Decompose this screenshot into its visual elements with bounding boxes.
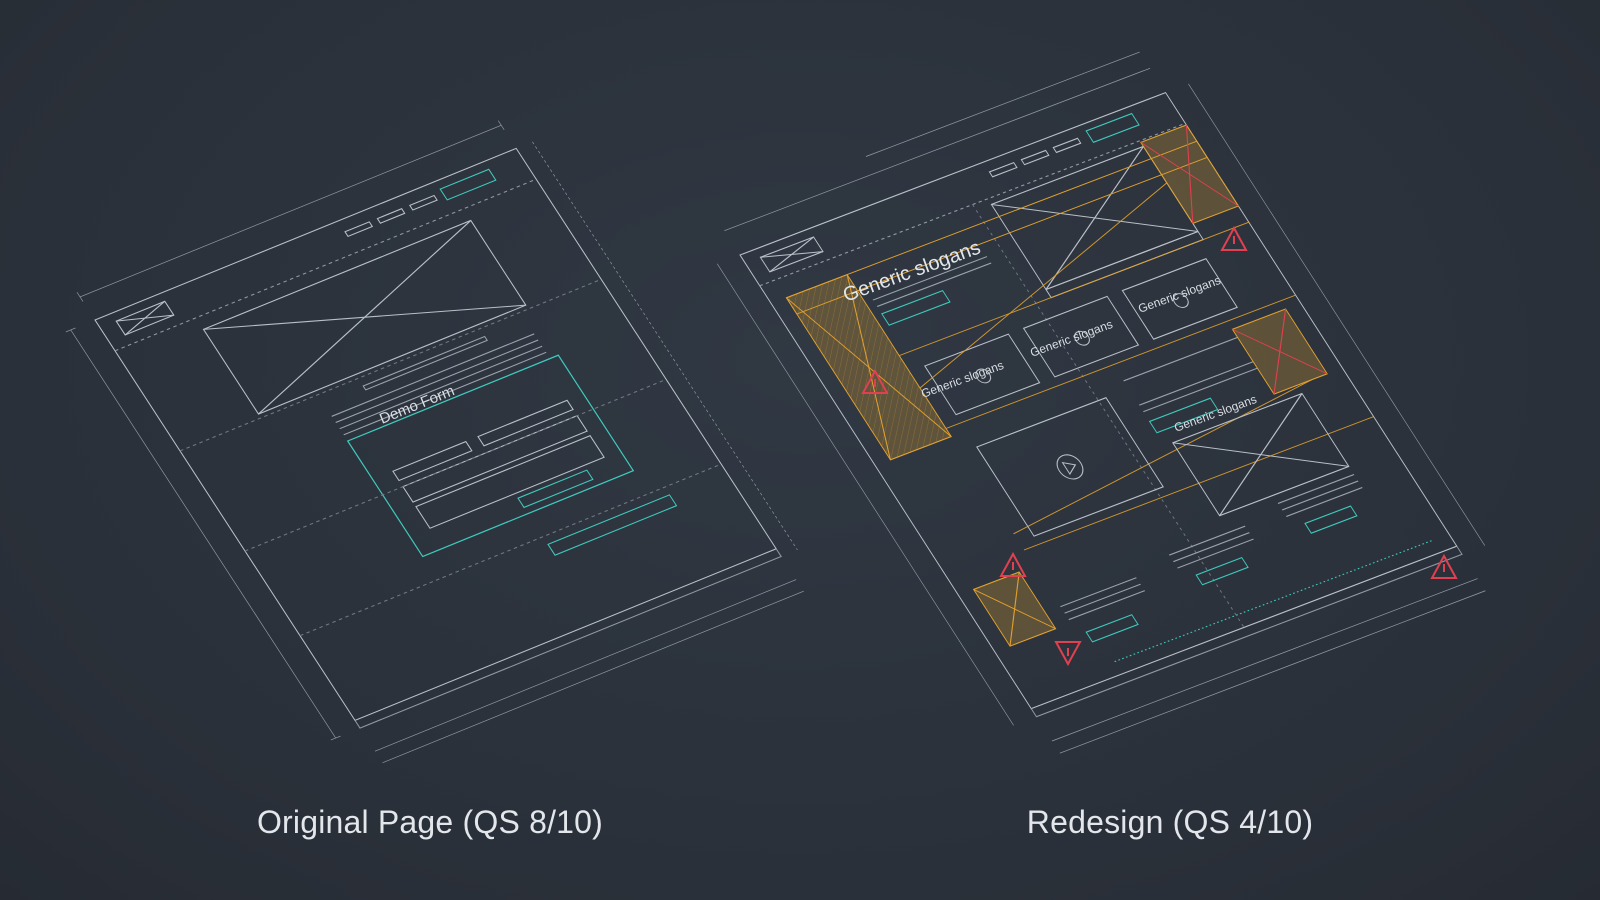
original-dimension-lines — [65, 120, 804, 764]
redesign-hero-cta — [881, 289, 951, 326]
section-divider-3 — [299, 463, 722, 637]
redesign-header-divider — [759, 122, 1186, 287]
original-page-wireframe — [65, 120, 804, 764]
warning-triangle-icon — [1054, 641, 1082, 667]
nav-items — [344, 194, 438, 238]
redesign-card-slogan-2: Generic slogans — [1028, 317, 1114, 360]
redesign-bottom-columns — [1060, 474, 1363, 621]
nav-cta-button — [439, 168, 497, 201]
original-page-caption: Original Page (QS 8/10) — [256, 804, 604, 840]
header-divider — [114, 178, 537, 352]
redesign-mid-video — [976, 397, 1164, 537]
section-divider-2 — [244, 378, 667, 552]
original-page-surface — [94, 147, 777, 722]
redesign-dimension-lines — [716, 51, 1486, 754]
bottom-cta-button — [547, 494, 678, 556]
section-divider-1 — [179, 278, 602, 452]
redesign-page-wireframe — [716, 51, 1486, 754]
demo-form — [346, 354, 635, 558]
redesign-bottom-ctas — [1085, 505, 1358, 643]
hero-text-lines — [331, 333, 547, 436]
redesign-page-edge — [1030, 546, 1463, 718]
redesign-card-slogan-1: Generic slogans — [919, 358, 1005, 401]
wireframe-comparison: Demo Form Generic slogans Generic slogan… — [65, 51, 1486, 764]
redesign-hero-slogan: Generic slogans — [840, 237, 983, 307]
redesign-caption: Redesign (QS 4/10) — [1026, 804, 1314, 840]
redesign-logo-placeholder — [759, 236, 824, 273]
redesign-nav-cta-button — [1085, 112, 1140, 143]
warning-triangle-icon — [1430, 553, 1458, 579]
diagram-stage: Demo Form Generic slogans Generic slogan… — [0, 0, 1600, 900]
redesign-bottom-baseline — [1114, 539, 1435, 663]
redesign-nav-items — [988, 137, 1082, 178]
logo-placeholder — [115, 300, 175, 336]
warning-triangle-icon — [999, 551, 1027, 577]
original-page-edge — [354, 548, 782, 729]
redesign-card-slogan-3: Generic slogans — [1136, 273, 1222, 316]
